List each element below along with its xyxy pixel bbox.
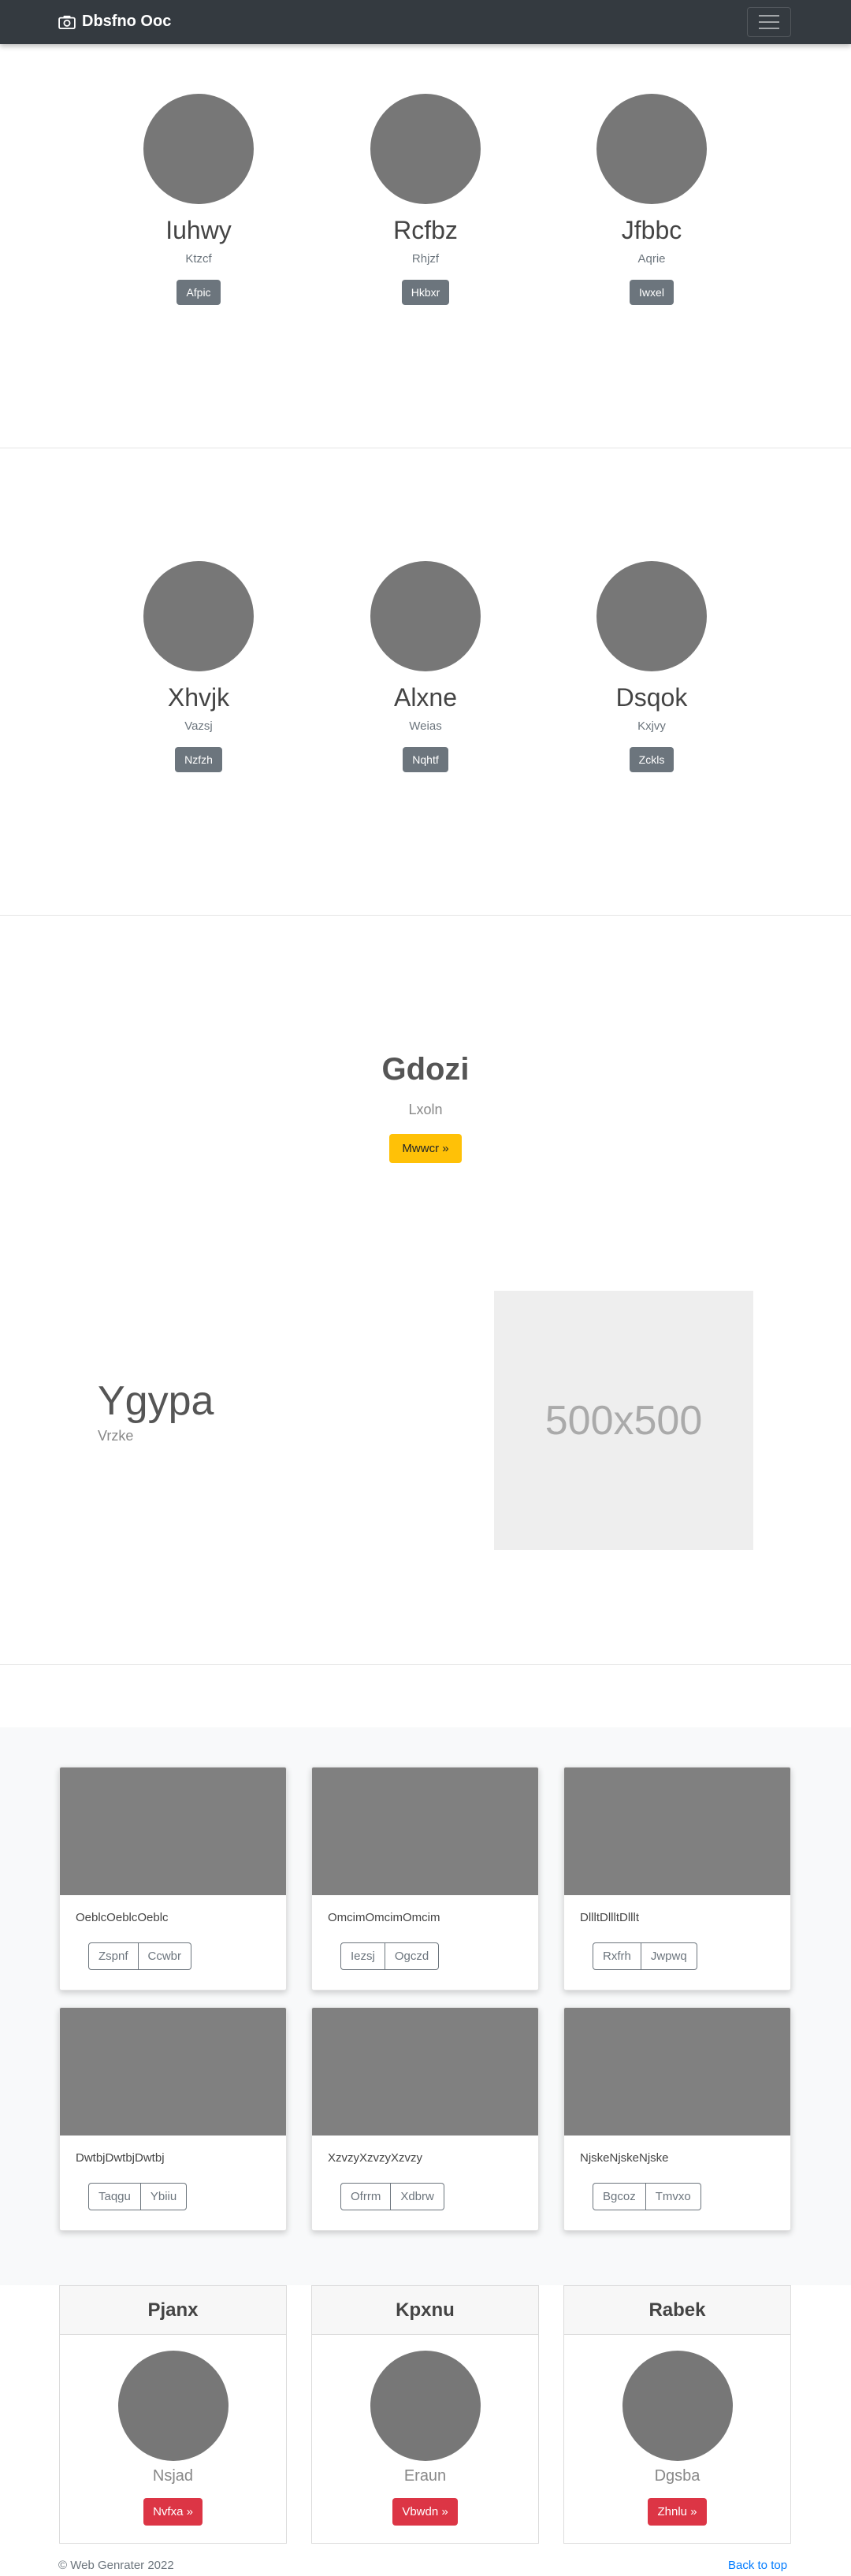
team-member: Jfbbc Aqrie Iwxel xyxy=(573,94,730,306)
profile-card-header: Kpxnu xyxy=(312,2286,538,2335)
member-name: Iuhwy xyxy=(165,216,232,244)
card-button[interactable]: Rxfrh xyxy=(593,1942,641,1970)
member-button[interactable]: Zckls xyxy=(629,747,674,773)
member-subtitle: Weias xyxy=(409,719,442,734)
card-text: OmcimOmcimOmcim xyxy=(328,1911,440,1924)
avatar xyxy=(143,94,254,204)
album-card: NjskeNjskeNjske Bgcoz Tmvxo xyxy=(563,2007,791,2231)
member-button[interactable]: Afpic xyxy=(177,280,221,306)
avatar xyxy=(370,94,481,204)
card-button[interactable]: Xdbrw xyxy=(391,2183,444,2210)
album-card: OmcimOmcimOmcim Iezsj Ogczd xyxy=(311,1767,539,1991)
avatar xyxy=(117,2351,229,2461)
card-button[interactable]: Zspnf xyxy=(88,1942,139,1970)
card-button[interactable]: Bgcoz xyxy=(593,2183,646,2210)
member-subtitle: Aqrie xyxy=(637,252,666,266)
team-member: Rcfbz Rhjzf Hkbxr xyxy=(347,94,504,306)
card-button[interactable]: Ybiiu xyxy=(140,2183,188,2210)
camera-icon xyxy=(58,15,76,29)
card-button-group: Ofrrm Xdbrw xyxy=(340,2183,444,2210)
member-button[interactable]: Nqhtf xyxy=(403,747,448,773)
member-subtitle: Rhjzf xyxy=(411,252,440,266)
card-button-group: Iezsj Ogczd xyxy=(340,1942,440,1970)
hero-title: Gdozi xyxy=(381,1052,470,1087)
card-button[interactable]: Taqgu xyxy=(88,2183,141,2210)
divider xyxy=(0,1664,851,1665)
member-subtitle: Vazsj xyxy=(184,719,213,734)
member-name: Dsqok xyxy=(615,683,688,712)
hamburger-menu-icon xyxy=(759,15,779,17)
avatar xyxy=(370,561,481,671)
team-member: Dsqok Kxjvy Zckls xyxy=(573,561,730,773)
navbar: Dbsfno Ooc xyxy=(0,0,851,44)
card-thumbnail xyxy=(564,2008,790,2136)
profile-card: Kpxnu Eraun Vbwdn » xyxy=(311,2285,539,2544)
album-section: OeblcOeblcOeblc Zspnf Ccwbr OmcimOmcimOm… xyxy=(0,1727,851,2285)
member-name: Alxne xyxy=(393,683,458,712)
hero-section: Gdozi Lxoln Mwwcr » xyxy=(0,1052,851,1163)
member-button[interactable]: Nzfzh xyxy=(175,747,222,773)
profile-card-header: Pjanx xyxy=(60,2286,286,2335)
album-card: XzvzyXzvzyXzvzy Ofrrm Xdbrw xyxy=(311,2007,539,2231)
team-member: Alxne Weias Nqhtf xyxy=(347,561,504,773)
placeholder-image: 500x500 xyxy=(494,1291,753,1550)
feature-subtitle: Vrzke xyxy=(98,1428,134,1444)
card-text: XzvzyXzvzyXzvzy xyxy=(328,2151,423,2165)
member-subtitle: Kxjvy xyxy=(637,719,666,734)
card-button-group: Taqgu Ybiiu xyxy=(88,2183,188,2210)
member-button[interactable]: Hkbxr xyxy=(401,280,450,306)
profile-subtitle: Nsjad xyxy=(152,2467,194,2485)
card-button[interactable]: Tmvxo xyxy=(645,2183,701,2210)
card-button-group: Bgcoz Tmvxo xyxy=(593,2183,701,2210)
member-name: Xhvjk xyxy=(167,683,230,712)
profile-card: Rabek Dgsba Zhnlu » xyxy=(563,2285,791,2544)
album-card: DllltDllltDlllt Rxfrh Jwpwq xyxy=(563,1767,791,1991)
card-button[interactable]: Iezsj xyxy=(340,1942,385,1970)
member-name: Jfbbc xyxy=(621,216,682,244)
avatar xyxy=(143,561,254,671)
card-button-group: Zspnf Ccwbr xyxy=(88,1942,192,1970)
member-name: Rcfbz xyxy=(393,216,458,244)
card-thumbnail xyxy=(312,2008,538,2136)
divider xyxy=(0,915,851,916)
back-to-top-link[interactable]: Back to top xyxy=(728,2559,787,2572)
card-text: OeblcOeblcOeblc xyxy=(76,1911,169,1924)
profile-card-header: Rabek xyxy=(564,2286,790,2335)
card-thumbnail xyxy=(312,1768,538,1895)
brand-link[interactable]: Dbsfno Ooc xyxy=(58,13,171,31)
footer-copyright: © Web Genrater 2022 xyxy=(58,2559,174,2572)
navbar-toggler-button[interactable] xyxy=(747,7,791,37)
hero-button[interactable]: Mwwcr » xyxy=(389,1134,462,1163)
avatar xyxy=(596,561,707,671)
profile-button[interactable]: Vbwdn » xyxy=(392,2498,458,2526)
card-text: DwtbjDwtbjDwtbj xyxy=(76,2151,165,2165)
card-button[interactable]: Ogczd xyxy=(385,1942,440,1970)
profile-subtitle: Dgsba xyxy=(654,2467,700,2485)
member-button[interactable]: Iwxel xyxy=(630,280,674,306)
card-thumbnail xyxy=(60,2008,286,2136)
avatar xyxy=(622,2351,733,2461)
card-text: NjskeNjskeNjske xyxy=(580,2151,669,2165)
brand-name[interactable]: Dbsfno Ooc xyxy=(82,13,171,31)
card-button[interactable]: Ofrrm xyxy=(340,2183,392,2210)
profile-subtitle: Eraun xyxy=(403,2467,447,2485)
album-card: DwtbjDwtbjDwtbj Taqgu Ybiiu xyxy=(59,2007,287,2231)
card-button[interactable]: Jwpwq xyxy=(641,1942,697,1970)
album-card: OeblcOeblcOeblc Zspnf Ccwbr xyxy=(59,1767,287,1991)
card-button[interactable]: Ccwbr xyxy=(138,1942,192,1970)
profile-button[interactable]: Zhnlu » xyxy=(648,2498,707,2526)
avatar xyxy=(596,94,707,204)
feature-title: Ygypa xyxy=(98,1378,214,1424)
profile-card: Pjanx Nsjad Nvfxa » xyxy=(59,2285,287,2544)
member-subtitle: Ktzcf xyxy=(185,252,212,266)
card-text: DllltDllltDlllt xyxy=(580,1911,639,1924)
hero-subtitle: Lxoln xyxy=(408,1102,443,1117)
card-button-group: Rxfrh Jwpwq xyxy=(593,1942,697,1970)
team-member: Iuhwy Ktzcf Afpic xyxy=(120,94,277,306)
card-thumbnail xyxy=(60,1768,286,1895)
team-member: Xhvjk Vazsj Nzfzh xyxy=(120,561,277,773)
profile-button[interactable]: Nvfxa » xyxy=(143,2498,203,2526)
card-thumbnail xyxy=(564,1768,790,1895)
avatar xyxy=(370,2351,481,2461)
